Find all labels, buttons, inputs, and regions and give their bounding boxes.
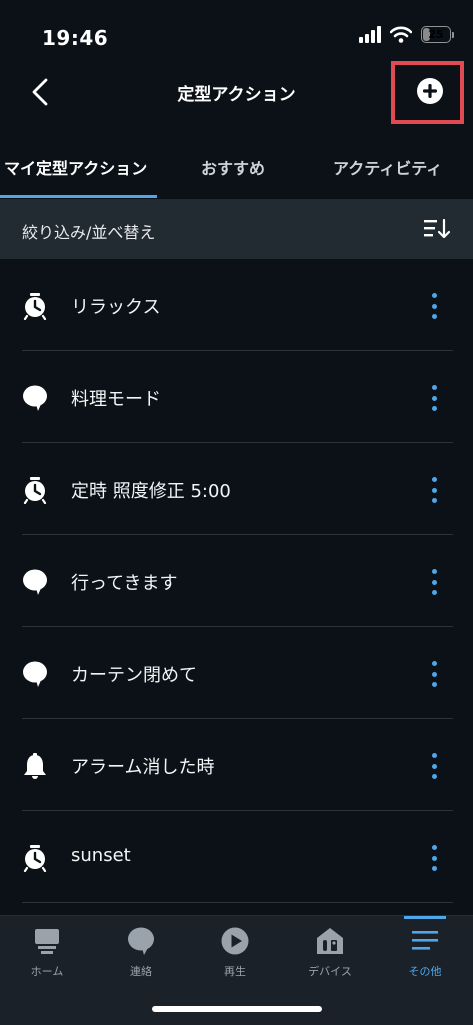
- routine-item-close-curtain[interactable]: カーテン閉めて: [0, 627, 473, 719]
- filter-sort-bar[interactable]: 絞り込み/並べ替え: [0, 199, 473, 259]
- sort-icon[interactable]: [423, 218, 451, 240]
- home-indicator[interactable]: [152, 1006, 322, 1012]
- routine-label: sunset: [71, 845, 131, 866]
- tabbar-label: 再生: [224, 965, 246, 978]
- more-options-button[interactable]: [424, 753, 444, 779]
- battery-level: 25: [428, 28, 444, 41]
- alarm-clock-icon: [23, 845, 47, 872]
- speech-bubble-icon: [23, 385, 47, 411]
- routine-item-scheduled-light[interactable]: 定時 照度修正 5:00: [0, 443, 473, 535]
- alarm-clock-icon: [23, 477, 47, 504]
- chat-icon: [128, 927, 154, 955]
- menu-icon: [412, 931, 438, 950]
- tab-recommended[interactable]: おすすめ: [201, 155, 265, 179]
- filter-sort-label: 絞り込み/並べ替え: [22, 223, 156, 242]
- tabbar-devices[interactable]: デバイス: [283, 916, 377, 996]
- tabs: マイ定型アクション おすすめ アクティビティ: [0, 143, 473, 199]
- row-divider: [22, 902, 453, 903]
- more-options-button[interactable]: [424, 569, 444, 595]
- routine-label: カーテン閉めて: [71, 665, 197, 686]
- tabbar-label: その他: [408, 965, 442, 978]
- routine-label: 行ってきます: [71, 573, 178, 594]
- routine-item-relax[interactable]: リラックス: [0, 259, 473, 351]
- routine-label: アラーム消した時: [71, 757, 215, 778]
- speech-bubble-icon: [23, 569, 47, 595]
- signal-icon: [359, 26, 381, 43]
- routine-label: リラックス: [71, 297, 161, 318]
- tabbar-label: デバイス: [308, 965, 352, 978]
- play-icon: [221, 927, 249, 955]
- more-options-button[interactable]: [424, 661, 444, 687]
- speech-bubble-icon: [23, 661, 47, 687]
- tabbar-label: 連絡: [130, 965, 152, 978]
- nav-header: 定型アクション: [0, 61, 473, 140]
- devices-icon: [317, 928, 343, 954]
- tabbar-home[interactable]: ホーム: [0, 916, 94, 996]
- routine-item-alarm-dismissed[interactable]: アラーム消した時: [0, 719, 473, 811]
- tabbar-communicate[interactable]: 連絡: [94, 916, 188, 996]
- bell-icon: [24, 753, 46, 779]
- more-options-button[interactable]: [424, 293, 444, 319]
- tab-my-routines[interactable]: マイ定型アクション: [4, 155, 147, 179]
- routine-item-going-out[interactable]: 行ってきます: [0, 535, 473, 627]
- add-routine-button[interactable]: [416, 77, 444, 105]
- battery-icon: 25: [421, 26, 454, 43]
- tabbar-more[interactable]: その他: [378, 916, 472, 996]
- more-options-button[interactable]: [424, 385, 444, 411]
- routine-item-cooking-mode[interactable]: 料理モード: [0, 351, 473, 443]
- status-icons: 25: [359, 26, 454, 43]
- tabbar-label: ホーム: [30, 965, 64, 978]
- wifi-icon: [390, 26, 412, 43]
- routine-label: 料理モード: [71, 389, 161, 410]
- tabbar-play[interactable]: 再生: [188, 916, 282, 996]
- routine-label: 定時 照度修正 5:00: [71, 481, 231, 502]
- alarm-clock-icon: [23, 293, 47, 320]
- status-time: 19:46: [42, 26, 109, 50]
- more-options-button[interactable]: [424, 845, 444, 871]
- routine-item-sunset[interactable]: sunset: [0, 811, 473, 903]
- tab-activity[interactable]: アクティビティ: [333, 155, 442, 179]
- active-tab-indicator: [404, 916, 446, 919]
- more-options-button[interactable]: [424, 477, 444, 503]
- home-icon: [35, 929, 59, 954]
- plus-circle-icon: [417, 78, 443, 104]
- active-tab-indicator: [0, 195, 157, 198]
